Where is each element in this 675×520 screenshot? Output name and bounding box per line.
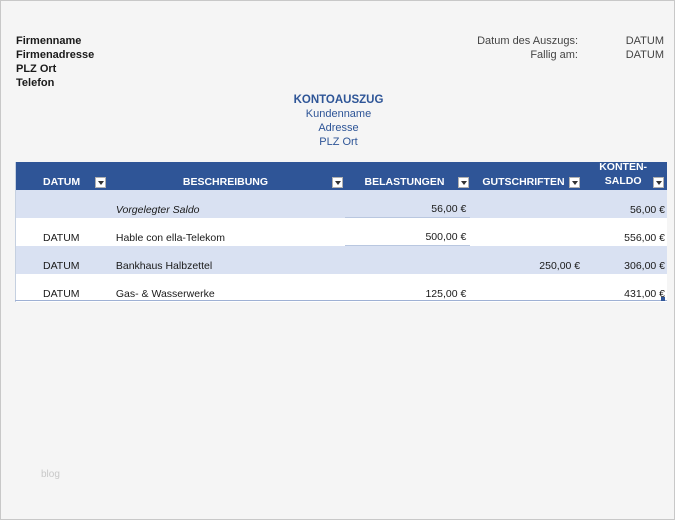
cell-description-text: Gas- & Wasserwerke <box>115 288 215 300</box>
filter-dropdown-icon[interactable] <box>457 177 469 188</box>
cell-debits-text: 500,00 € <box>425 231 467 243</box>
statement-date-value[interactable]: DATUM <box>578 34 664 48</box>
cell-description-text: Bankhaus Halbzettel <box>115 260 213 272</box>
column-label-description: BESCHREIBUNG <box>182 176 269 188</box>
cell-debits[interactable]: 500,00 € <box>344 218 471 246</box>
cell-date-text: DATUM <box>43 232 80 244</box>
table-bottom-border <box>15 300 667 301</box>
cell-date[interactable]: DATUM <box>16 218 108 246</box>
company-address: Firmenadresse <box>16 49 95 61</box>
filter-dropdown-icon[interactable] <box>569 177 581 188</box>
cell-credits[interactable] <box>470 190 582 218</box>
statement-meta: Datum des Auszugs: DATUM Fallig am: DATU… <box>398 34 664 62</box>
cell-description[interactable]: Bankhaus Halbzettel <box>108 246 345 274</box>
cell-date[interactable]: DATUM <box>16 246 108 274</box>
watermark-text: blog <box>41 469 60 480</box>
due-date-label: Fallig am: <box>530 49 578 61</box>
company-name: Firmenname <box>16 35 82 47</box>
cell-balance[interactable]: 306,00 € <box>582 246 667 274</box>
statement-date-row: Datum des Auszugs: DATUM <box>398 34 664 48</box>
table-header: DATUM BESCHREIBUNG BELASTUNGEN GUTSCHRIF… <box>16 160 667 190</box>
company-block: Firmenname Firmenadresse PLZ Ort Telefon <box>16 34 94 90</box>
statement-table: DATUM BESCHREIBUNG BELASTUNGEN GUTSCHRIF… <box>15 160 667 302</box>
cell-date[interactable]: DATUM <box>16 274 108 302</box>
cell-credits[interactable] <box>470 274 582 302</box>
cell-debits-text: 125,00 € <box>425 288 467 300</box>
cell-credits[interactable]: 250,00 € <box>470 246 582 274</box>
table-row[interactable]: DATUM Hable con ella-Telekom 500,00 € 55… <box>16 218 667 246</box>
column-label-debits: BELASTUNGEN <box>364 176 445 188</box>
cell-date-text: DATUM <box>43 260 80 272</box>
cell-debits[interactable]: 125,00 € <box>345 274 471 302</box>
column-label-balance-line1: KONTEN- <box>599 161 648 173</box>
customer-address: Adresse <box>318 122 359 134</box>
cell-balance[interactable]: 56,00 € <box>582 190 667 218</box>
cell-balance-text: 556,00 € <box>624 232 666 244</box>
customer-name: Kundenname <box>305 108 372 120</box>
cell-balance-text: 306,00 € <box>624 260 666 272</box>
company-city: PLZ Ort <box>16 63 57 75</box>
table-row[interactable]: Vorgelegter Saldo 56,00 € 56,00 € <box>16 190 667 218</box>
cell-description-text: Vorgelegter Saldo <box>115 204 200 216</box>
cell-date-text: DATUM <box>43 288 80 300</box>
column-header-description: BESCHREIBUNG <box>108 162 345 190</box>
cell-date[interactable] <box>16 190 108 218</box>
cell-balance-text: 431,00 € <box>624 288 666 300</box>
cell-debits[interactable] <box>345 246 471 274</box>
cell-description[interactable]: Gas- & Wasserwerke <box>108 274 345 302</box>
statement-header: KONTOAUSZUG Kundenname Adresse PLZ Ort <box>1 93 675 149</box>
column-label-balance: KONTEN- SALDO <box>594 160 652 188</box>
statement-date-label: Datum des Auszugs: <box>477 35 578 47</box>
cell-credits-text: 250,00 € <box>539 260 581 272</box>
cell-debits[interactable]: 56,00 € <box>344 190 471 218</box>
cell-description[interactable]: Hable con ella-Telekom <box>108 218 345 246</box>
due-date-row: Fallig am: DATUM <box>398 48 664 62</box>
filter-dropdown-icon[interactable] <box>653 177 665 188</box>
cell-description-text: Hable con ella-Telekom <box>115 232 225 244</box>
cell-balance-text: 56,00 € <box>629 204 666 216</box>
due-date-value[interactable]: DATUM <box>578 48 664 62</box>
column-label-balance-line2: SALDO <box>604 175 642 187</box>
table-resize-handle[interactable] <box>661 297 665 301</box>
column-header-date: DATUM <box>16 162 108 190</box>
filter-dropdown-icon[interactable] <box>331 177 343 188</box>
column-header-balance: KONTEN- SALDO <box>582 160 667 190</box>
column-header-debits: BELASTUNGEN <box>345 162 471 190</box>
customer-city: PLZ Ort <box>319 136 358 148</box>
cell-description[interactable]: Vorgelegter Saldo <box>108 190 345 218</box>
column-header-credits: GUTSCHRIFTEN <box>470 162 582 190</box>
cell-balance[interactable]: 431,00 € <box>582 274 667 302</box>
cell-debits-text: 56,00 € <box>431 203 467 215</box>
cell-balance[interactable]: 556,00 € <box>582 218 667 246</box>
page-title: KONTOAUSZUG <box>293 94 384 106</box>
company-phone: Telefon <box>16 77 55 89</box>
document-page: Firmenname Firmenadresse PLZ Ort Telefon… <box>0 0 675 520</box>
table-row[interactable]: DATUM Bankhaus Halbzettel 250,00 € 306,0… <box>16 246 667 274</box>
table-row[interactable]: DATUM Gas- & Wasserwerke 125,00 € 431,00… <box>16 274 667 302</box>
column-label-date: DATUM <box>43 176 81 188</box>
column-label-credits: GUTSCHRIFTEN <box>482 176 565 188</box>
cell-credits[interactable] <box>470 218 582 246</box>
filter-dropdown-icon[interactable] <box>95 177 106 188</box>
